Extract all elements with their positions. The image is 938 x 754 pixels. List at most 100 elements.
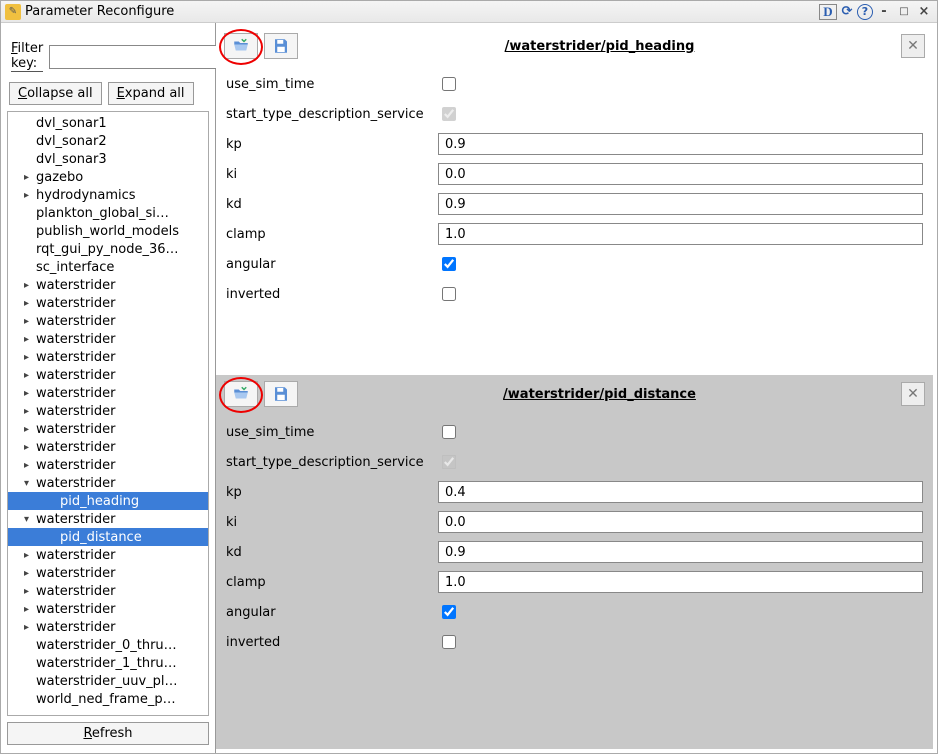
tree-item[interactable]: publish_world_models	[8, 222, 208, 240]
tree-arrow-icon[interactable]: ▸	[24, 460, 36, 471]
tree-item[interactable]: dvl_sonar1	[8, 114, 208, 132]
tree-item[interactable]: ▾waterstrider	[8, 474, 208, 492]
tree-item[interactable]: ▸waterstrider	[8, 582, 208, 600]
save-params-button[interactable]	[264, 381, 298, 407]
tree-item[interactable]: ▸waterstrider	[8, 330, 208, 348]
panel-close-button[interactable]: ✕	[901, 382, 925, 406]
tree-item[interactable]: ▸gazebo	[8, 168, 208, 186]
tree-arrow-icon[interactable]: ▸	[24, 316, 36, 327]
tree-arrow-icon[interactable]: ▸	[24, 604, 36, 615]
param-checkbox[interactable]	[442, 635, 456, 649]
minimize-button[interactable]: -	[875, 4, 893, 20]
tree-item[interactable]: ▸waterstrider	[8, 276, 208, 294]
param-text-input[interactable]	[438, 571, 923, 593]
tree-arrow-icon[interactable]: ▸	[24, 172, 36, 183]
load-params-button[interactable]	[224, 381, 258, 407]
tree-item[interactable]: waterstrider_uuv_pl…	[8, 672, 208, 690]
param-text-input[interactable]	[438, 223, 923, 245]
tree-arrow-icon[interactable]: ▸	[24, 334, 36, 345]
close-button[interactable]: ×	[915, 4, 933, 20]
tree-item[interactable]: sc_interface	[8, 258, 208, 276]
load-params-button[interactable]	[224, 33, 258, 59]
tree-arrow-icon[interactable]: ▸	[24, 370, 36, 381]
tree-child-item[interactable]: pid_distance	[8, 528, 208, 546]
tree-arrow-icon[interactable]: ▸	[24, 424, 36, 435]
help-icon[interactable]: ?	[857, 4, 873, 20]
tree-item-label: waterstrider	[36, 386, 115, 401]
tree-arrow-icon[interactable]: ▸	[24, 388, 36, 399]
tree-arrow-icon[interactable]: ▾	[24, 478, 36, 489]
param-text-input[interactable]	[438, 541, 923, 563]
param-label: start_type_description_service	[226, 455, 438, 470]
tree-child-item[interactable]: pid_heading	[8, 492, 208, 510]
tree-item[interactable]: ▸waterstrider	[8, 456, 208, 474]
tree-item[interactable]: ▸waterstrider	[8, 294, 208, 312]
tree-arrow-icon[interactable]: ▸	[24, 442, 36, 453]
maximize-button[interactable]: □	[895, 4, 913, 20]
param-text-input[interactable]	[438, 511, 923, 533]
param-checkbox	[442, 107, 456, 121]
tree-arrow-icon[interactable]: ▸	[24, 550, 36, 561]
param-text-input[interactable]	[438, 481, 923, 503]
param-text-input[interactable]	[438, 133, 923, 155]
tree-arrow-icon[interactable]: ▸	[24, 298, 36, 309]
filter-input[interactable]	[49, 45, 229, 69]
tree-item[interactable]: ▸waterstrider	[8, 438, 208, 456]
param-checkbox[interactable]	[442, 605, 456, 619]
refresh-icon[interactable]: ⟳	[838, 4, 856, 20]
tree-item-label: waterstrider	[36, 422, 115, 437]
tree-item-label: waterstrider	[36, 296, 115, 311]
tree-item[interactable]: dvl_sonar2	[8, 132, 208, 150]
tree-item[interactable]: waterstrider_0_thru…	[8, 636, 208, 654]
param-text-input[interactable]	[438, 163, 923, 185]
tree-item[interactable]: rqt_gui_py_node_36…	[8, 240, 208, 258]
tree-item-label: pid_distance	[60, 530, 142, 545]
tree[interactable]: dvl_sonar1dvl_sonar2dvl_sonar3▸gazebo▸hy…	[7, 111, 209, 716]
tree-item[interactable]: ▸waterstrider	[8, 600, 208, 618]
save-params-button[interactable]	[264, 33, 298, 59]
panel-close-button[interactable]: ✕	[901, 34, 925, 58]
tree-item[interactable]: ▸waterstrider	[8, 312, 208, 330]
d-button[interactable]: D	[819, 4, 837, 20]
tree-item-label: gazebo	[36, 170, 83, 185]
tree-item[interactable]: ▸waterstrider	[8, 366, 208, 384]
tree-item[interactable]: ▸waterstrider	[8, 546, 208, 564]
collapse-all-button[interactable]: Collapse all	[9, 82, 102, 105]
tree-arrow-icon[interactable]: ▾	[24, 514, 36, 525]
tree-item[interactable]: ▸waterstrider	[8, 402, 208, 420]
tree-item[interactable]: ▸hydrodynamics	[8, 186, 208, 204]
param-row: start_type_description_service	[226, 99, 923, 129]
tree-arrow-icon[interactable]: ▸	[24, 190, 36, 201]
param-grid: use_sim_time start_type_description_servi…	[216, 65, 933, 329]
tree-item[interactable]: dvl_sonar3	[8, 150, 208, 168]
tree-item[interactable]: ▾waterstrider	[8, 510, 208, 528]
param-checkbox[interactable]	[442, 287, 456, 301]
tree-arrow-icon[interactable]: ▸	[24, 622, 36, 633]
tree-item[interactable]: ▸waterstrider	[8, 384, 208, 402]
param-row: kp	[226, 477, 923, 507]
tree-item[interactable]: ▸waterstrider	[8, 420, 208, 438]
param-control	[438, 511, 923, 533]
tree-item-label: waterstrider	[36, 368, 115, 383]
param-checkbox[interactable]	[442, 77, 456, 91]
tree-item[interactable]: world_ned_frame_p…	[8, 690, 208, 708]
tree-arrow-icon[interactable]: ▸	[24, 568, 36, 579]
param-text-input[interactable]	[438, 193, 923, 215]
tree-arrow-icon[interactable]: ▸	[24, 406, 36, 417]
tree-item[interactable]: waterstrider_1_thru…	[8, 654, 208, 672]
expand-all-button[interactable]: Expand all	[108, 82, 194, 105]
param-row: clamp	[226, 219, 923, 249]
tree-item[interactable]: ▸waterstrider	[8, 618, 208, 636]
tree-item[interactable]: ▸waterstrider	[8, 564, 208, 582]
tree-arrow-icon[interactable]: ▸	[24, 280, 36, 291]
refresh-button[interactable]: Refresh	[7, 722, 209, 745]
tree-item[interactable]: plankton_global_si…	[8, 204, 208, 222]
tree-item[interactable]: ▸waterstrider	[8, 348, 208, 366]
param-checkbox[interactable]	[442, 257, 456, 271]
tree-arrow-icon[interactable]: ▸	[24, 352, 36, 363]
tree-arrow-icon[interactable]: ▸	[24, 586, 36, 597]
param-label: use_sim_time	[226, 77, 438, 92]
param-checkbox[interactable]	[442, 425, 456, 439]
param-row: use_sim_time	[226, 69, 923, 99]
param-control	[438, 541, 923, 563]
